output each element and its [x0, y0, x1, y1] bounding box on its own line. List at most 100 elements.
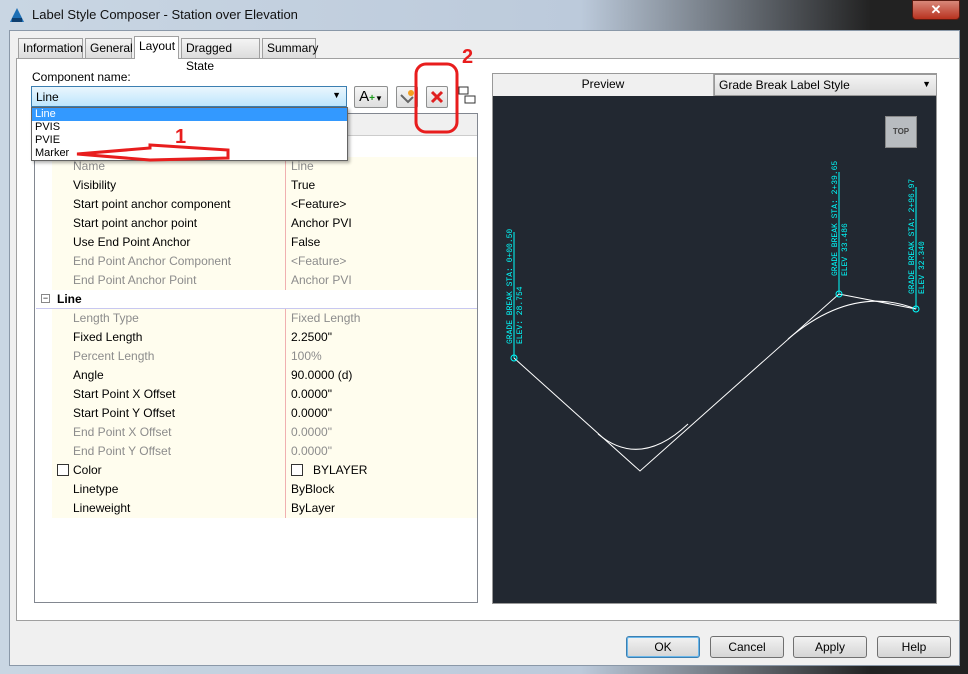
property-row[interactable]: Angle 90.0000 (d) [52, 366, 477, 385]
property-row[interactable]: Percent Length 100% [52, 347, 477, 366]
grade-break-label-elev: ELEV: 28.754 [516, 286, 525, 344]
property-name: Start Point X Offset [52, 385, 286, 404]
property-name-text: Color [73, 463, 102, 477]
property-value[interactable]: True [286, 176, 477, 195]
property-name-text: End Point Anchor Point [73, 273, 197, 287]
property-row[interactable]: Start point anchor component <Feature> [52, 195, 477, 214]
property-value-text: 0.0000" [291, 387, 332, 401]
tab-layout[interactable]: Layout [134, 36, 179, 59]
property-name-text: End Point X Offset [73, 425, 172, 439]
collapse-icon[interactable]: − [41, 294, 50, 303]
tab-dragged-state[interactable]: Dragged State [181, 38, 260, 73]
property-value[interactable]: 90.0000 (d) [286, 366, 477, 385]
property-value[interactable]: <Feature> [286, 252, 477, 271]
copy-component-icon [400, 90, 414, 104]
property-row[interactable]: Visibility True [52, 176, 477, 195]
copy-component-button[interactable] [396, 86, 418, 108]
property-value[interactable]: 0.0000" [286, 423, 477, 442]
component-draw-order-icon [458, 86, 476, 104]
property-name-text: Use End Point Anchor [73, 235, 191, 249]
property-value-text: 0.0000" [291, 425, 332, 439]
category-line[interactable]: − Line [36, 290, 477, 309]
property-row[interactable]: End Point X Offset 0.0000" [52, 423, 477, 442]
tab-general[interactable]: General [85, 38, 133, 58]
grade-break-label-sta: GRADE BREAK STA: 2+39.65 [831, 161, 840, 276]
property-row[interactable]: Start Point X Offset 0.0000" [52, 385, 477, 404]
component-draw-order-button[interactable] [457, 86, 477, 108]
autocad-civil-app-icon [10, 8, 24, 22]
property-row[interactable]: Linetype ByBlock [52, 480, 477, 499]
property-name-text: Linetype [73, 482, 119, 496]
dropdown-option-line[interactable]: Line [32, 108, 347, 121]
property-row[interactable]: Color BYLAYER [52, 461, 477, 480]
grade-break-label-sta: GRADE BREAK STA: 2+96.97 [908, 179, 917, 294]
property-value-text: False [291, 235, 321, 249]
grade-break-label-sta: GRADE BREAK STA: 0+00.50 [506, 229, 515, 344]
property-name-text: Start point anchor point [73, 216, 198, 230]
property-row[interactable]: Use End Point Anchor False [52, 233, 477, 252]
property-row[interactable]: Start point anchor point Anchor PVI [52, 214, 477, 233]
property-row[interactable]: Start Point Y Offset 0.0000" [52, 404, 477, 423]
close-button[interactable]: ✕ [912, 0, 960, 20]
delete-component-button[interactable] [426, 86, 448, 108]
property-value-text: 0.0000" [291, 444, 332, 458]
tab-summary[interactable]: Summary [262, 38, 318, 58]
annotation-number-2: 2 [462, 46, 474, 68]
grade-break-label-elev: ELEV 32.340 [918, 241, 927, 294]
property-name: End Point Anchor Point [52, 271, 286, 290]
property-value[interactable]: 0.0000" [286, 442, 477, 461]
property-row[interactable]: Fixed Length 2.2500" [52, 328, 477, 347]
property-value[interactable]: Anchor PVI [286, 271, 477, 290]
property-name: Length Type [52, 309, 286, 328]
preview-canvas[interactable]: GRADE BREAK STA: 0+00.50 ELEV: 28.754 GR… [493, 74, 938, 605]
property-value[interactable]: Anchor PVI [286, 214, 477, 233]
property-row[interactable]: End Point Y Offset 0.0000" [52, 442, 477, 461]
add-component-button[interactable]: A+▼ [354, 86, 388, 108]
property-row[interactable]: End Point Anchor Point Anchor PVI [52, 271, 477, 290]
cancel-button[interactable]: Cancel [710, 636, 784, 658]
property-name-text: Start Point X Offset [73, 387, 176, 401]
property-name: Use End Point Anchor [52, 233, 286, 252]
ok-button[interactable]: OK [626, 636, 700, 658]
dropdown-option-pvis[interactable]: PVIS [32, 121, 347, 134]
property-name-text: Name [73, 159, 106, 173]
property-name: Linetype [52, 480, 286, 499]
property-row[interactable]: End Point Anchor Component <Feature> [52, 252, 477, 271]
property-name-text: End Point Y Offset [73, 444, 172, 458]
property-name: Start point anchor component [52, 195, 286, 214]
property-name-text: Visibility [73, 178, 117, 192]
dropdown-option-pvie[interactable]: PVIE [32, 134, 347, 147]
profile-tangent-line [513, 293, 917, 472]
property-value[interactable]: <Feature> [286, 195, 477, 214]
component-name-label: Component name: [32, 70, 131, 84]
annotation-number-1: 1 [175, 126, 187, 148]
property-value-text: 2.2500" [291, 330, 332, 344]
property-value[interactable]: 0.0000" [286, 404, 477, 423]
property-value[interactable]: 2.2500" [286, 328, 477, 347]
property-value[interactable]: ByBlock [286, 480, 477, 499]
grade-break-label-elev: ELEV 33.486 [841, 223, 850, 276]
property-value[interactable]: BYLAYER [286, 461, 477, 480]
title-bar[interactable]: Label Style Composer - Station over Elev… [0, 0, 968, 30]
property-value[interactable]: False [286, 233, 477, 252]
dropdown-option-marker[interactable]: Marker [32, 147, 347, 160]
property-name-text: Lineweight [73, 501, 131, 515]
property-value[interactable]: ByLayer [286, 499, 477, 518]
apply-button[interactable]: Apply [793, 636, 867, 658]
help-button[interactable]: Help [877, 636, 951, 658]
property-value-text: BYLAYER [313, 463, 368, 477]
property-value[interactable]: 100% [286, 347, 477, 366]
property-name: Angle [52, 366, 286, 385]
property-row[interactable]: Lineweight ByLayer [52, 499, 477, 518]
chevron-down-icon: ▼ [332, 90, 341, 100]
property-name-text: Length Type [73, 311, 139, 325]
property-name-text: Percent Length [73, 349, 155, 363]
property-value[interactable]: 0.0000" [286, 385, 477, 404]
property-name: End Point X Offset [52, 423, 286, 442]
color-checkbox[interactable] [57, 464, 69, 476]
tab-information[interactable]: Information [18, 38, 83, 58]
property-value-text: ByLayer [291, 501, 336, 515]
property-value[interactable]: Fixed Length [286, 309, 477, 328]
property-row[interactable]: Length Type Fixed Length [52, 309, 477, 328]
component-name-dropdown[interactable]: Line ▼ [31, 86, 347, 107]
